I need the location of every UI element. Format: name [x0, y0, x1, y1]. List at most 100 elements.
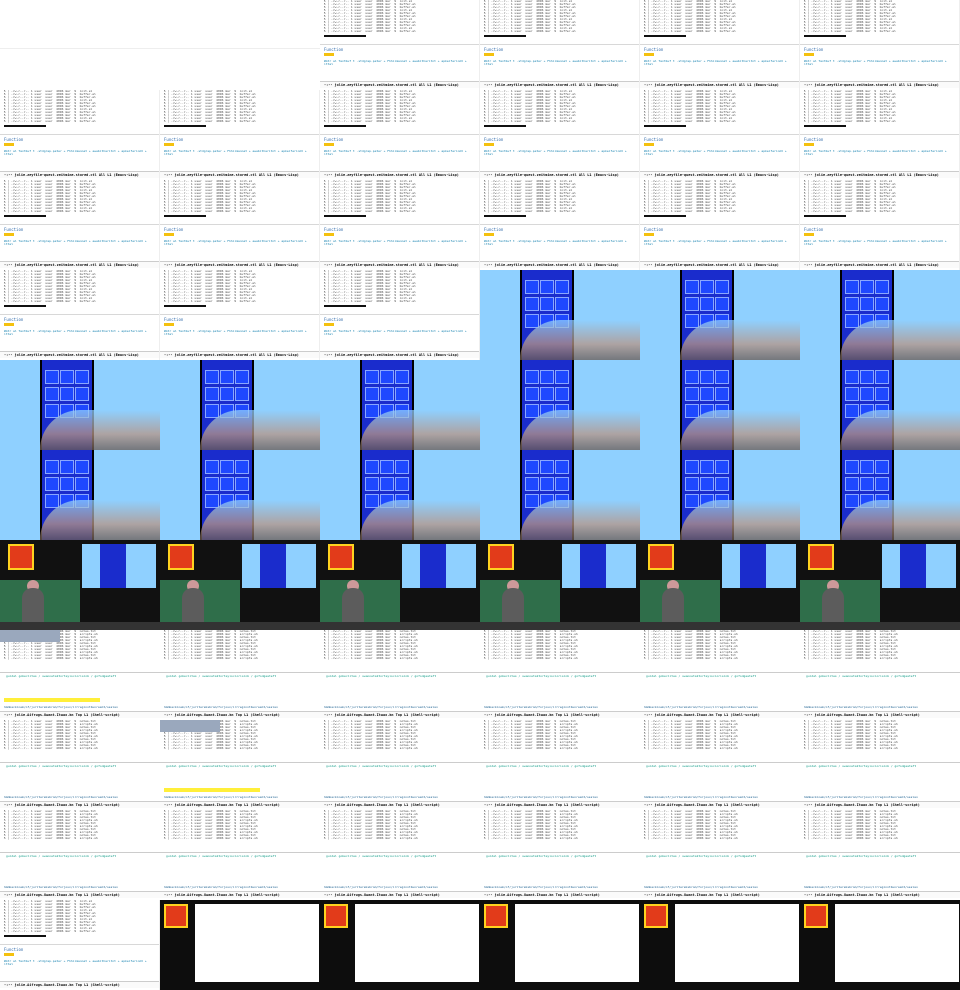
hand-image: [840, 410, 960, 450]
hand-image: [680, 500, 800, 540]
logo-icon: [644, 904, 668, 928]
app-cell: [75, 387, 89, 401]
highlight-bar: [164, 215, 206, 217]
bullet-list: guidel gobeclites / swannetaktorteyiscio…: [486, 764, 597, 768]
mode-line-text: -:-- jolie.Aifrugs.Uwant.Itwax.kn Top L1…: [484, 893, 600, 897]
app-cell: [875, 280, 889, 294]
app-cell: [235, 370, 249, 384]
hand-image: [200, 410, 320, 450]
function-label: Function: [4, 227, 24, 232]
bullet-list: guidel gobeclites / swannetaktorteyiscio…: [486, 854, 597, 858]
mode-line-text: -:-- jolie.Aifrugs.Uwant.Itwax.kn Top L1…: [324, 893, 440, 897]
app-cell: [875, 387, 889, 401]
divider: [160, 48, 320, 49]
app-cell: [700, 387, 714, 401]
hand-image: [360, 410, 480, 450]
terminal-thumbnail: 5 | -rw-r--r-- 1 user user 4096 mar 9 in…: [800, 90, 960, 180]
divider: [480, 134, 639, 135]
terminal-thumbnail: 5 | -rw-r--r-- 1 user user 4096 mar 9 in…: [640, 180, 800, 270]
mode-line: -:-- jolie.Aifrugs.Uwant.Itwax.kn Top L1…: [160, 801, 320, 808]
mode-line: -:-- jolie.zeyfile-quest.zeitmine.stored…: [480, 261, 639, 268]
divider: [800, 134, 959, 135]
app-cell: [205, 477, 219, 491]
app-cell: [380, 460, 394, 474]
terminal-text: 5 | -rw-r--r-- 1 user user 4096 mar 9 no…: [323, 720, 418, 750]
lecture-screen-thumbnail: [640, 900, 800, 990]
mode-line-text: -:-- jolie.zeyfile-quest.zeitmine.stored…: [804, 83, 939, 87]
terminal-text: 5 | -rw-r--r-- 1 user user 4096 mar 9 in…: [643, 90, 736, 123]
app-cell: [365, 460, 379, 474]
divider: [480, 672, 640, 673]
divider: [800, 762, 960, 763]
star-icon: [324, 233, 334, 236]
divider: [480, 762, 640, 763]
star-icon: [4, 143, 14, 146]
highlight-bar: [324, 35, 366, 37]
divider: [640, 762, 800, 763]
divider: [160, 672, 320, 673]
mode-line-text: -:-- jolie.zeyfile-quest.zeitmine.stored…: [4, 263, 139, 267]
mode-line: -:-- jolie.Aifrugs.Uwant.Itwax.kn Top L1…: [800, 711, 960, 718]
star-icon: [804, 233, 814, 236]
path-text: hmmbackinem/of/jurltereksbrom/forjoux/ir…: [484, 885, 598, 889]
phone-thumbnail: [480, 360, 640, 450]
terminal-thumbnail: 5 | -rw-r--r-- 1 user user 4096 mar 9 in…: [800, 180, 960, 270]
function-label: Function: [484, 227, 504, 232]
app-cell: [525, 387, 539, 401]
terminal-text: 5 | -rw-r--r-- 1 user user 4096 mar 9 no…: [803, 720, 898, 750]
path-text: hmmbackinem/of/jurltereksbrom/forjoux/ir…: [4, 795, 118, 799]
divider: [320, 852, 480, 853]
selection-overlay: [160, 720, 220, 732]
path-text: hmmbackinem/of/jurltereksbrom/forjoux/ir…: [644, 795, 758, 799]
divider: [320, 134, 479, 135]
mode-line-text: -:-- jolie.Aifrugs.Uwant.Itwax.kn Top L1…: [804, 803, 920, 807]
bullet-list: guidel gobeclites / swannetaktorteyiscio…: [166, 764, 277, 768]
lecture-thumbnail: [480, 540, 640, 630]
mode-line: -:-- jolie.zeyfile-quest.zeitmine.stored…: [320, 81, 479, 88]
mode-line-text: -:-- jolie.Aifrugs.Uwant.Itwax.kn Top L1…: [804, 893, 920, 897]
terminal-text: 5 | -rw-r--r-- 1 user user 4096 mar 9 no…: [643, 630, 738, 660]
bullet-list: guidel gobeclites / swannetaktorteyiscio…: [6, 674, 117, 678]
star-icon: [644, 233, 654, 236]
terminal-paragraph: #mtr al Textbuf t .stdgrep.peter + Fhhii…: [324, 150, 467, 156]
app-cell: [525, 370, 539, 384]
terminal-text: 5 | -rw-r--r-- 1 user user 4096 mar 9 no…: [643, 810, 738, 840]
app-cell: [45, 477, 59, 491]
star-icon: [164, 233, 174, 236]
hand-image: [840, 500, 960, 540]
app-cell: [715, 297, 729, 311]
divider: [640, 134, 799, 135]
mode-line-text: -:-- jolie.zeyfile-quest.zeitmine.stored…: [4, 353, 139, 357]
terminal-text: 5 | -rw-r--r-- 1 user user 4096 mar 9 in…: [803, 0, 896, 33]
highlight-bar: [4, 125, 46, 127]
mode-line: -:-- jolie.zeyfile-quest.zeitmine.stored…: [160, 261, 319, 268]
mode-line-text: -:-- jolie.Aifrugs.Uwant.Itwax.kn Top L1…: [644, 803, 760, 807]
function-label: Function: [324, 137, 344, 142]
mode-line: -:-- jolie.zeyfile-quest.zeitmine.stored…: [0, 351, 159, 358]
app-cell: [540, 460, 554, 474]
logo-icon: [328, 544, 354, 570]
projected-terminal: [355, 904, 479, 982]
terminal-text: 5 | -rw-r--r-- 1 user user 4096 mar 9 no…: [3, 810, 98, 840]
terminal-thumbnail: 5 | -rw-r--r-- 1 user user 4096 mar 9 in…: [480, 0, 640, 90]
app-cell: [380, 370, 394, 384]
mode-line: -:-- jolie.Aifrugs.Uwant.Itwax.kn Top L1…: [0, 711, 160, 718]
mode-line-text: -:-- jolie.zeyfile-quest.zeitmine.stored…: [804, 263, 939, 267]
app-cell: [540, 477, 554, 491]
terminal-text: 5 | -rw-r--r-- 1 user user 4096 mar 9 in…: [163, 270, 256, 303]
highlight-bar: [324, 125, 366, 127]
divider: [640, 852, 800, 853]
app-cell: [860, 370, 874, 384]
terminal-text: 5 | -rw-r--r-- 1 user user 4096 mar 9 in…: [643, 180, 736, 213]
terminal-thumbnail: 5 | -rw-r--r-- 1 user user 4096 mar 9 in…: [160, 180, 320, 270]
app-cell: [365, 477, 379, 491]
app-cell: [540, 280, 554, 294]
mode-line-text: -:-- jolie.zeyfile-quest.zeitmine.stored…: [324, 353, 459, 357]
path-text: hmmbackinem/of/jurltereksbrom/forjoux/ir…: [324, 885, 438, 889]
terminal-text: 5 | -rw-r--r-- 1 user user 4096 mar 9 no…: [3, 720, 98, 750]
lecture-screen-thumbnail: [160, 900, 320, 990]
desk: [800, 622, 960, 630]
app-cell: [700, 477, 714, 491]
app-cell: [860, 297, 874, 311]
terminal-text: 5 | -rw-r--r-- 1 user user 4096 mar 9 in…: [323, 0, 416, 33]
